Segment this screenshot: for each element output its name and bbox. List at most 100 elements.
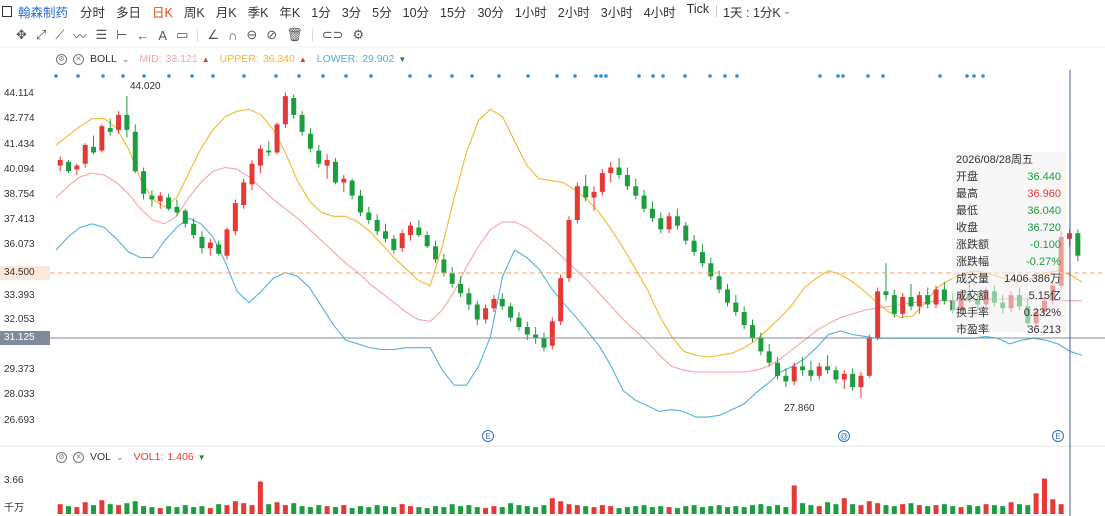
candle-body: [341, 178, 347, 183]
candle-body: [508, 306, 514, 318]
volume-bar: [149, 507, 155, 514]
candle-body: [524, 327, 530, 335]
candle-body: [766, 351, 772, 363]
candle-body: [916, 295, 922, 307]
tooltip-label: 开盘: [956, 171, 978, 183]
volume-bar: [616, 508, 622, 514]
gear-icon[interactable]: ⚙: [56, 451, 67, 463]
tooltip-label: 最高: [956, 188, 978, 200]
ohlc-tooltip: 2026/08/28周五 开盘 36.440 最高 36.960 最低 36.040 收盘 36…: [952, 152, 1066, 336]
volume-bar: [91, 505, 97, 514]
candlestick-chart[interactable]: [0, 0, 1105, 516]
candle-body: [491, 298, 497, 309]
volume-bar: [908, 503, 914, 514]
volume-bar: [800, 503, 806, 514]
candle-body: [199, 236, 205, 249]
candle-body: [449, 272, 455, 284]
signal-dot: [321, 74, 325, 78]
candle-body: [850, 373, 856, 388]
candle-body: [299, 114, 305, 132]
volume-bar: [816, 506, 822, 514]
volume-bar: [925, 506, 931, 514]
volume-bar: [633, 506, 639, 514]
signal-dot: [555, 74, 559, 78]
candle-body: [257, 148, 263, 166]
y-tick-label: 42.774: [4, 113, 35, 124]
volume-bar: [391, 507, 397, 514]
candle-body: [74, 165, 80, 170]
tooltip-value: 36.720: [1027, 222, 1061, 234]
volume-bar: [524, 506, 530, 514]
chevron-down-icon[interactable]: ⌄: [116, 452, 124, 463]
candle-body: [616, 167, 622, 175]
volume-bar: [433, 506, 439, 514]
tooltip-row: 最高 36.960: [952, 186, 1066, 203]
volume-bar: [941, 504, 947, 514]
candle-body: [82, 144, 88, 164]
volume-bar: [357, 506, 363, 514]
low-annotation: 27.860: [784, 403, 815, 414]
volume-bar: [483, 508, 489, 514]
candle-body: [775, 362, 781, 376]
vol-axis-unit: 千万: [4, 503, 24, 514]
volume-bar: [291, 503, 297, 514]
volume-bar: [566, 504, 572, 514]
signal-dot: [841, 74, 845, 78]
candle-body: [382, 231, 388, 239]
event-marker[interactable]: E: [1052, 430, 1064, 442]
candle-body: [724, 289, 730, 303]
y-tick-label: 28.033: [4, 389, 35, 400]
volume-bar: [1016, 504, 1022, 514]
signal-dot: [369, 74, 373, 78]
volume-bar: [775, 505, 781, 514]
vol-indicator-bar: ⚙ ✕ VOL ⌄ VOL1: 1.406 ▼: [56, 451, 216, 463]
candle-body: [699, 251, 705, 264]
volume-bar: [141, 506, 147, 514]
volume-bar: [825, 502, 831, 514]
candle-body: [207, 242, 213, 249]
event-marker[interactable]: E: [482, 430, 494, 442]
candle-body: [800, 366, 806, 371]
candle-body: [933, 289, 939, 305]
signal-dot: [594, 74, 598, 78]
candle-body: [908, 296, 914, 307]
volume-bar: [891, 506, 897, 514]
candle-body: [875, 291, 881, 339]
signal-dot: [599, 74, 603, 78]
volume-bar: [299, 506, 305, 514]
event-marker[interactable]: @: [838, 430, 850, 442]
volume-bar: [466, 505, 472, 514]
volume-bar: [416, 507, 422, 514]
candle-body: [366, 212, 372, 221]
candle-body: [1075, 233, 1081, 256]
volume-bar: [741, 507, 747, 514]
candle-body: [116, 114, 122, 130]
volume-bar: [758, 504, 764, 514]
candle-body: [474, 304, 480, 320]
candle-body: [57, 159, 63, 166]
tooltip-label: 2026/08/28周五: [956, 154, 1034, 166]
volume-bar: [683, 506, 689, 514]
candle-body: [91, 146, 97, 153]
signal-dot: [76, 74, 80, 78]
candle-body: [266, 150, 272, 153]
signal-dot: [526, 74, 530, 78]
volume-bar: [57, 504, 63, 514]
volume-bar: [674, 508, 680, 514]
volume-bar: [366, 507, 372, 514]
tooltip-value: 1406.386万: [1004, 273, 1061, 285]
volume-bar: [1025, 505, 1031, 514]
volume-bar: [950, 506, 956, 514]
vol-name[interactable]: VOL: [90, 451, 111, 463]
volume-bar: [858, 505, 864, 514]
y-tick-label: 44.114: [4, 88, 34, 99]
candle-body: [633, 186, 639, 196]
volume-bar: [374, 505, 380, 514]
volume-bar: [232, 501, 238, 514]
candle-body: [66, 161, 72, 172]
candle-body: [424, 235, 430, 247]
signal-dot: [573, 74, 577, 78]
signal-dot: [637, 74, 641, 78]
close-icon[interactable]: ✕: [73, 451, 84, 463]
candle-body: [174, 206, 180, 213]
